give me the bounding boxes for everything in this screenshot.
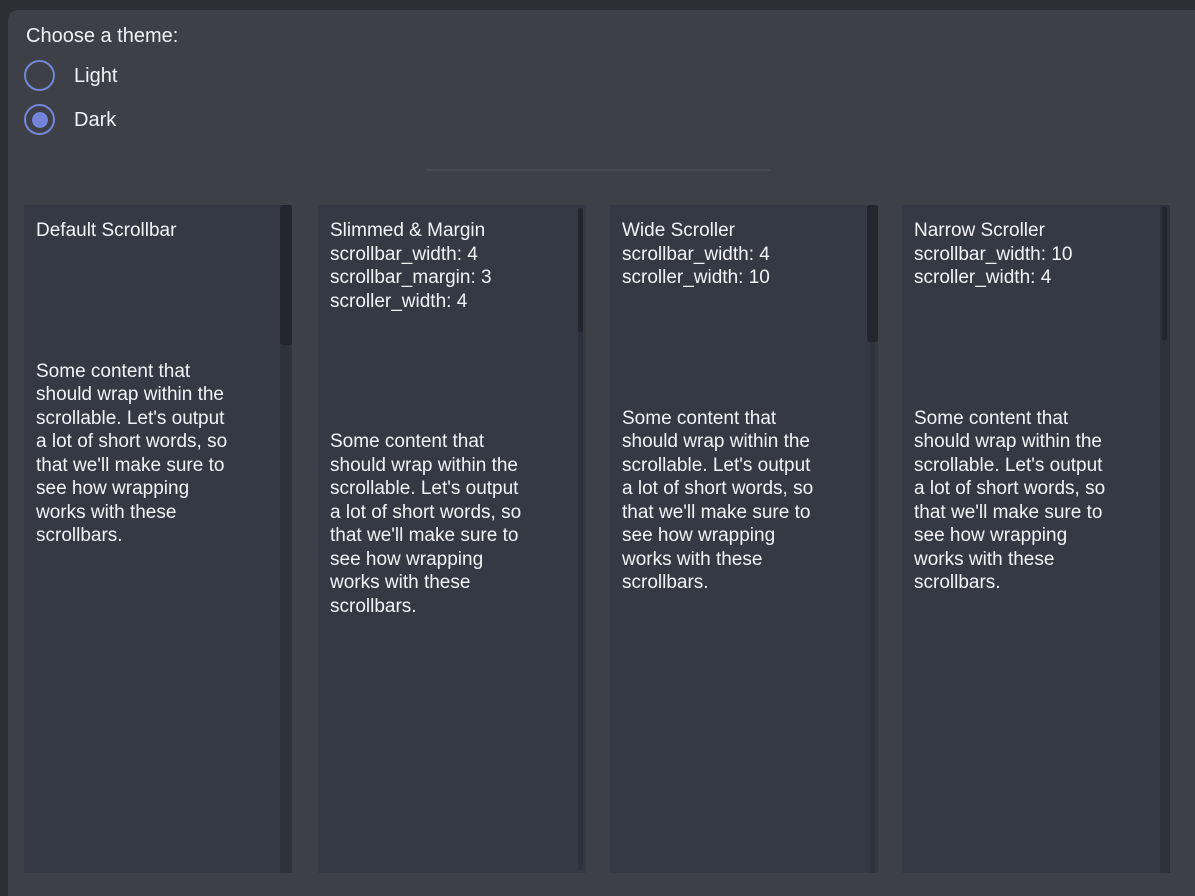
radio-light-label[interactable]: Light <box>74 64 117 88</box>
panel-title: Slimmed & Margin <box>330 219 564 243</box>
scrollable-panel-slimmed[interactable]: Slimmed & Margin scrollbar_width: 4 scro… <box>318 205 586 873</box>
panel-properties: scrollbar_width: 4 scrollbar_margin: 3 s… <box>330 243 564 314</box>
radio-dark-label[interactable]: Dark <box>74 108 116 132</box>
scrollbar-thumb[interactable] <box>280 205 292 345</box>
scrollable-panel-narrow-scroller[interactable]: Narrow Scroller scrollbar_width: 10 scro… <box>902 205 1170 873</box>
panel-properties: scrollbar_width: 4 scroller_width: 10 <box>622 243 856 290</box>
panel-content: Some content that should wrap within the… <box>914 407 1148 595</box>
panel-content: Some content that should wrap within the… <box>622 407 856 595</box>
radio-unselected-icon[interactable] <box>24 60 55 91</box>
scrollable-panel-wide-scroller[interactable]: Wide Scroller scrollbar_width: 4 scrolle… <box>610 205 878 873</box>
scrollbar-thumb[interactable] <box>867 205 878 342</box>
panel-title: Narrow Scroller <box>914 219 1148 243</box>
panel-properties: scrollbar_width: 10 scroller_width: 4 <box>914 243 1148 290</box>
radio-selected-icon[interactable] <box>24 104 55 135</box>
panel-title: Wide Scroller <box>622 219 856 243</box>
panel-content: Some content that should wrap within the… <box>330 430 564 618</box>
panel-title: Default Scrollbar <box>36 219 270 243</box>
scrollable-panel-default[interactable]: Default Scrollbar Some content that shou… <box>24 205 292 873</box>
horizontal-rule <box>427 169 770 171</box>
panel-content: Some content that should wrap within the… <box>36 360 270 548</box>
scrollbar-thumb[interactable] <box>1162 207 1167 340</box>
scrollbar-thumb[interactable] <box>578 208 583 332</box>
radio-dark[interactable]: Dark <box>24 104 116 135</box>
theme-chooser-label: Choose a theme: <box>26 24 178 48</box>
radio-light[interactable]: Light <box>24 60 117 91</box>
radio-dot-icon <box>32 112 48 128</box>
